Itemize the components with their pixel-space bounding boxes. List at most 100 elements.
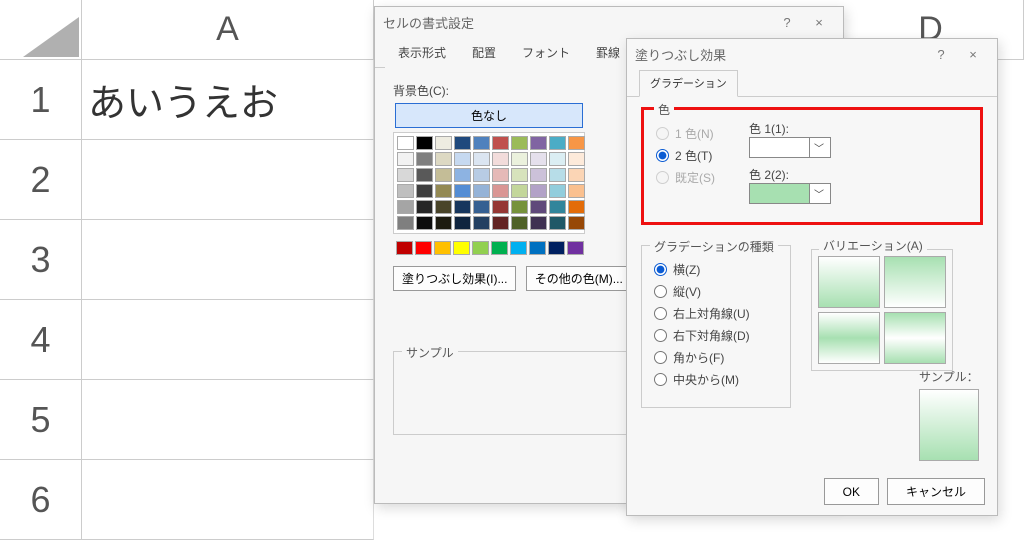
color-swatch[interactable] xyxy=(511,200,528,214)
color-swatch[interactable] xyxy=(416,152,433,166)
color-swatch[interactable] xyxy=(397,168,414,182)
row-header-4[interactable]: 4 xyxy=(0,300,82,380)
color-swatch[interactable] xyxy=(453,241,470,255)
close-icon[interactable]: × xyxy=(803,15,835,30)
color-swatch[interactable] xyxy=(397,200,414,214)
color-swatch[interactable] xyxy=(530,184,547,198)
radio-two-color-input[interactable] xyxy=(656,149,669,162)
color-swatch[interactable] xyxy=(435,168,452,182)
cell-a4[interactable] xyxy=(82,300,374,380)
tab-alignment[interactable]: 配置 xyxy=(459,38,509,68)
radio-vertical-input[interactable] xyxy=(654,285,667,298)
color-swatch[interactable] xyxy=(568,216,585,230)
ok-button[interactable]: OK xyxy=(824,478,879,505)
color-swatch[interactable] xyxy=(492,168,509,182)
color-swatch[interactable] xyxy=(397,152,414,166)
color-swatch[interactable] xyxy=(416,216,433,230)
no-fill-button[interactable]: 色なし xyxy=(395,103,583,128)
color-swatch[interactable] xyxy=(397,184,414,198)
radio-vertical[interactable]: 縦(V) xyxy=(654,283,778,300)
select-all-triangle[interactable] xyxy=(0,0,82,60)
color-swatch[interactable] xyxy=(454,184,471,198)
close-icon[interactable]: × xyxy=(957,47,989,62)
color-swatch[interactable] xyxy=(416,184,433,198)
radio-horizontal-input[interactable] xyxy=(654,263,667,276)
row-header-1[interactable]: 1 xyxy=(0,60,82,140)
color-swatch[interactable] xyxy=(568,200,585,214)
color-swatch[interactable] xyxy=(435,136,452,150)
row-header-6[interactable]: 6 xyxy=(0,460,82,540)
color-swatch[interactable] xyxy=(473,152,490,166)
color-swatch[interactable] xyxy=(510,241,527,255)
color-swatch[interactable] xyxy=(435,152,452,166)
color-swatch[interactable] xyxy=(492,136,509,150)
radio-preset-input[interactable] xyxy=(656,171,669,184)
color-swatch[interactable] xyxy=(511,136,528,150)
color-swatch[interactable] xyxy=(549,136,566,150)
color-swatch[interactable] xyxy=(492,200,509,214)
color-swatch[interactable] xyxy=(454,200,471,214)
variation-4[interactable] xyxy=(884,312,946,364)
color-swatch[interactable] xyxy=(511,216,528,230)
color-swatch[interactable] xyxy=(511,168,528,182)
radio-from-corner[interactable]: 角から(F) xyxy=(654,349,778,366)
color1-dropdown[interactable]: ﹀ xyxy=(749,137,831,158)
color-swatch[interactable] xyxy=(472,241,489,255)
color-swatch[interactable] xyxy=(530,216,547,230)
color-swatch[interactable] xyxy=(397,216,414,230)
color-swatch[interactable] xyxy=(454,168,471,182)
radio-preset[interactable]: 既定(S) xyxy=(656,169,715,186)
cell-a1[interactable]: あいうえお xyxy=(82,60,374,140)
variation-2[interactable] xyxy=(884,256,946,308)
color-swatch[interactable] xyxy=(530,152,547,166)
color-swatch[interactable] xyxy=(567,241,584,255)
color-swatch[interactable] xyxy=(529,241,546,255)
radio-two-color[interactable]: 2 色(T) xyxy=(656,147,715,164)
radio-one-color[interactable]: 1 色(N) xyxy=(656,125,715,142)
color-swatch[interactable] xyxy=(454,136,471,150)
color-swatch[interactable] xyxy=(568,184,585,198)
help-icon[interactable]: ? xyxy=(771,15,803,30)
color-swatch[interactable] xyxy=(473,184,490,198)
color-swatch[interactable] xyxy=(454,152,471,166)
color-swatch[interactable] xyxy=(548,241,565,255)
tab-font[interactable]: フォント xyxy=(509,38,583,68)
color-swatch[interactable] xyxy=(568,152,585,166)
color-swatch[interactable] xyxy=(511,184,528,198)
color-swatch[interactable] xyxy=(473,216,490,230)
cell-a2[interactable] xyxy=(82,140,374,220)
radio-diag-down-input[interactable] xyxy=(654,329,667,342)
cell-a3[interactable] xyxy=(82,220,374,300)
format-dialog-titlebar[interactable]: セルの書式設定 ? × xyxy=(375,7,843,37)
color-swatch[interactable] xyxy=(492,184,509,198)
color-swatch[interactable] xyxy=(416,136,433,150)
radio-diag-up[interactable]: 右上対角線(U) xyxy=(654,305,778,322)
color-swatch[interactable] xyxy=(549,216,566,230)
color-swatch[interactable] xyxy=(454,216,471,230)
color-swatch[interactable] xyxy=(549,168,566,182)
color-swatch[interactable] xyxy=(492,152,509,166)
tab-gradient[interactable]: グラデーション xyxy=(639,70,738,97)
color-swatch[interactable] xyxy=(492,216,509,230)
color-swatch[interactable] xyxy=(549,184,566,198)
radio-from-center-input[interactable] xyxy=(654,373,667,386)
color-swatch[interactable] xyxy=(473,168,490,182)
cell-a5[interactable] xyxy=(82,380,374,460)
color-swatch[interactable] xyxy=(416,200,433,214)
cell-a6[interactable] xyxy=(82,460,374,540)
color-swatch[interactable] xyxy=(530,168,547,182)
row-header-3[interactable]: 3 xyxy=(0,220,82,300)
color-swatch[interactable] xyxy=(473,200,490,214)
color-swatch[interactable] xyxy=(491,241,508,255)
fill-effects-button[interactable]: 塗りつぶし効果(I)... xyxy=(393,266,516,291)
other-colors-button[interactable]: その他の色(M)... xyxy=(526,266,632,291)
row-header-5[interactable]: 5 xyxy=(0,380,82,460)
color-swatch[interactable] xyxy=(396,241,413,255)
row-header-2[interactable]: 2 xyxy=(0,140,82,220)
radio-from-corner-input[interactable] xyxy=(654,351,667,364)
color-swatch[interactable] xyxy=(435,200,452,214)
color-swatch[interactable] xyxy=(397,136,414,150)
radio-diag-up-input[interactable] xyxy=(654,307,667,320)
color-swatch[interactable] xyxy=(415,241,432,255)
color-swatch[interactable] xyxy=(511,152,528,166)
